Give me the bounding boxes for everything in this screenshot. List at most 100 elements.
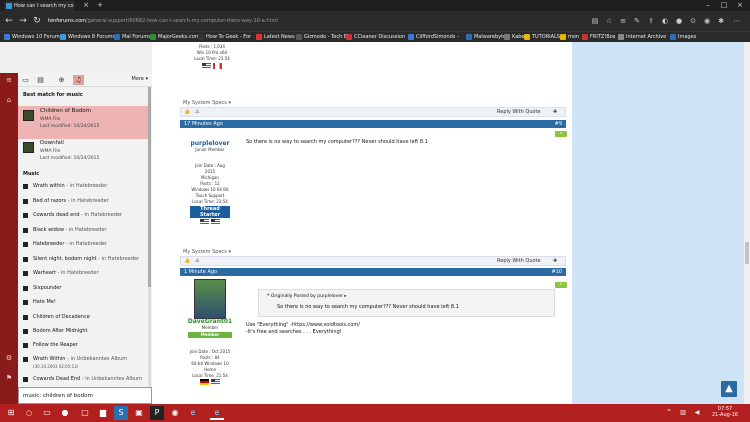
maximize-icon[interactable]: □ <box>716 0 732 11</box>
music-result-item[interactable]: Bodom After Midnight <box>18 325 148 338</box>
favorite-folder[interactable]: TUTORIALS <box>524 33 560 42</box>
favorite-star-icon[interactable]: ☆ <box>604 16 614 26</box>
favorite-link[interactable]: Latest News <box>256 33 295 42</box>
web-filter-icon[interactable]: ⊕ <box>56 75 67 85</box>
start-windows-icon[interactable]: ⊞ <box>4 406 18 420</box>
music-result-item[interactable]: Children of Decadence <box>18 311 148 324</box>
minimize-icon[interactable]: – <box>700 0 716 11</box>
post-number[interactable]: #10 <box>551 268 562 276</box>
favorite-link[interactable]: MajorGeeks.com <box>150 33 200 42</box>
search-box[interactable] <box>18 387 152 404</box>
music-heading: Music <box>23 171 40 177</box>
quote-badge-icon[interactable]: ❝ <box>555 282 567 288</box>
music-result-item[interactable]: Sixpounder <box>18 282 148 295</box>
app-icon[interactable]: ● <box>58 406 72 420</box>
page-scrollbar[interactable] <box>744 42 750 404</box>
music-result-item[interactable]: Hate Me! <box>18 296 148 309</box>
home-icon[interactable]: ⌂ <box>0 93 18 107</box>
system-specs-link[interactable]: My System Specs ▾ <box>183 249 231 255</box>
results-scrollbar[interactable] <box>148 87 151 387</box>
favorite-link[interactable]: Malwarebytes <box>466 33 509 42</box>
music-result-item[interactable]: Silent night, bodom night - in Hatebreed… <box>18 253 148 266</box>
music-result-item[interactable]: Cowards dead end - in Hatebreeder <box>18 209 148 222</box>
search-icon[interactable]: ○ <box>22 406 36 420</box>
music-result-item[interactable]: Cowards Dead End - in Unbekanntes Album <box>18 373 148 386</box>
favorite-link[interactable]: Internet Archive <box>618 33 666 42</box>
refresh-icon[interactable]: ↻ <box>31 15 43 27</box>
post-9-userinfo: purplelover Junior Member Join Date : Au… <box>190 141 230 225</box>
favorite-link[interactable]: CliffordSimonds - <box>408 33 459 42</box>
search-input[interactable] <box>23 391 147 401</box>
favorite-link[interactable]: How To Geek - For <box>198 33 251 42</box>
forward-icon[interactable]: → <box>17 15 29 27</box>
app-icon[interactable]: ▢ <box>78 406 92 420</box>
feedback-icon[interactable]: ⚑ <box>0 371 18 385</box>
favorite-link[interactable]: Windows 8 Forums <box>60 33 115 42</box>
user-avatar[interactable] <box>194 279 226 319</box>
multi-quote-icon[interactable]: ✚ <box>553 109 557 116</box>
report-icon[interactable]: ⚠ <box>195 258 199 265</box>
music-result-item[interactable]: Hatebreeder - in Hatebreeder <box>18 238 148 251</box>
app-icon[interactable]: P <box>150 406 164 420</box>
music-result-item[interactable]: Black widow - in Hatebreeder <box>18 224 148 237</box>
favorite-folder[interactable]: mon <box>560 33 579 42</box>
system-specs-link[interactable]: My System Specs ▾ <box>183 100 231 106</box>
extension-icon[interactable]: ◐ <box>660 16 670 26</box>
like-icon[interactable]: 👍 <box>184 258 190 265</box>
favorite-link[interactable]: Windows 10 Forums <box>4 33 62 42</box>
share-icon[interactable]: ⇪ <box>646 16 656 26</box>
hub-icon[interactable]: ≡ <box>618 16 628 26</box>
favorite-link[interactable]: Mal Forums <box>114 33 151 42</box>
reading-view-icon[interactable]: ▤ <box>590 16 600 26</box>
music-result-item[interactable]: Follow the Reaper <box>18 339 148 352</box>
post-number[interactable]: #9 <box>555 120 562 128</box>
chrome-icon[interactable]: ◉ <box>168 406 182 420</box>
file-explorer-icon[interactable]: ▆ <box>96 406 110 420</box>
reply-with-quote-button[interactable]: Reply With Quote <box>497 109 541 116</box>
extension-icon[interactable]: ⊙ <box>688 16 698 26</box>
skype-icon[interactable]: S <box>114 406 128 420</box>
edge-active-icon[interactable]: e <box>210 406 224 420</box>
edge-browser-icon[interactable]: e <box>186 406 200 420</box>
task-view-icon[interactable]: ▭ <box>40 406 54 420</box>
address-field[interactable]: tenforums.com/general-support/60682-how-… <box>48 16 288 26</box>
extension-icon[interactable]: ✱ <box>716 16 726 26</box>
favorite-link[interactable]: Images <box>670 33 696 42</box>
reply-with-quote-button[interactable]: Reply With Quote <box>497 258 541 265</box>
scroll-to-top-button[interactable]: ▲ <box>721 381 737 397</box>
taskbar-clock[interactable]: 07:57 21-Aug-16 <box>712 406 738 418</box>
best-match-item-children-of-bodom[interactable]: Children of Bodom WMA File Last modified… <box>18 106 148 139</box>
hamburger-menu-icon[interactable]: ≡ <box>0 73 18 87</box>
favorite-link[interactable]: CCleaner Discussion <box>346 33 405 42</box>
extension-icon[interactable]: ● <box>674 16 684 26</box>
more-options-icon[interactable]: ⋯ <box>732 16 742 26</box>
favorite-link[interactable]: FRITZ!Box <box>582 33 616 42</box>
quote-badge-icon[interactable]: ❝ <box>555 131 567 137</box>
documents-filter-icon[interactable]: ▤ <box>35 75 46 85</box>
music-result-item[interactable]: Warheart - in Hatebreeder <box>18 267 148 280</box>
music-result-item[interactable]: Wrath within - in Hatebreeder <box>18 180 148 193</box>
new-tab-icon[interactable]: + <box>92 0 108 11</box>
like-icon[interactable]: 👍 <box>184 109 190 116</box>
more-filters-dropdown[interactable]: More ▾ <box>131 76 148 82</box>
apps-filter-icon[interactable]: ▭ <box>20 75 31 85</box>
browser-tab[interactable]: How can I search my co <box>4 1 74 11</box>
best-match-item-downfall[interactable]: Downfall WMA File Last modified: 10/24/2… <box>18 138 148 171</box>
scrollbar-thumb[interactable] <box>148 87 151 287</box>
favorite-link[interactable]: Gizmodo - Tech By <box>296 33 350 42</box>
multi-quote-icon[interactable]: ✚ <box>553 258 557 265</box>
notes-icon[interactable]: ✎ <box>632 16 642 26</box>
scrollbar-thumb[interactable] <box>745 242 749 264</box>
back-icon[interactable]: ← <box>3 15 15 27</box>
favorite-link[interactable]: Kabel <box>504 33 526 42</box>
system-tray-up-icon[interactable]: ^ <box>662 406 676 420</box>
extension-icon[interactable]: ◉ <box>702 16 712 26</box>
music-result-item[interactable]: Bed of razors - in Hatebreeder <box>18 195 148 208</box>
settings-gear-icon[interactable]: ⚙ <box>0 351 18 365</box>
report-icon[interactable]: ⚠ <box>195 109 199 116</box>
music-filter-icon[interactable]: ♫ <box>73 75 84 85</box>
close-window-icon[interactable]: × <box>732 0 748 11</box>
volume-icon[interactable]: ◀ <box>690 406 704 420</box>
network-icon[interactable]: ▥ <box>676 406 690 420</box>
app-icon[interactable]: ▣ <box>132 406 146 420</box>
